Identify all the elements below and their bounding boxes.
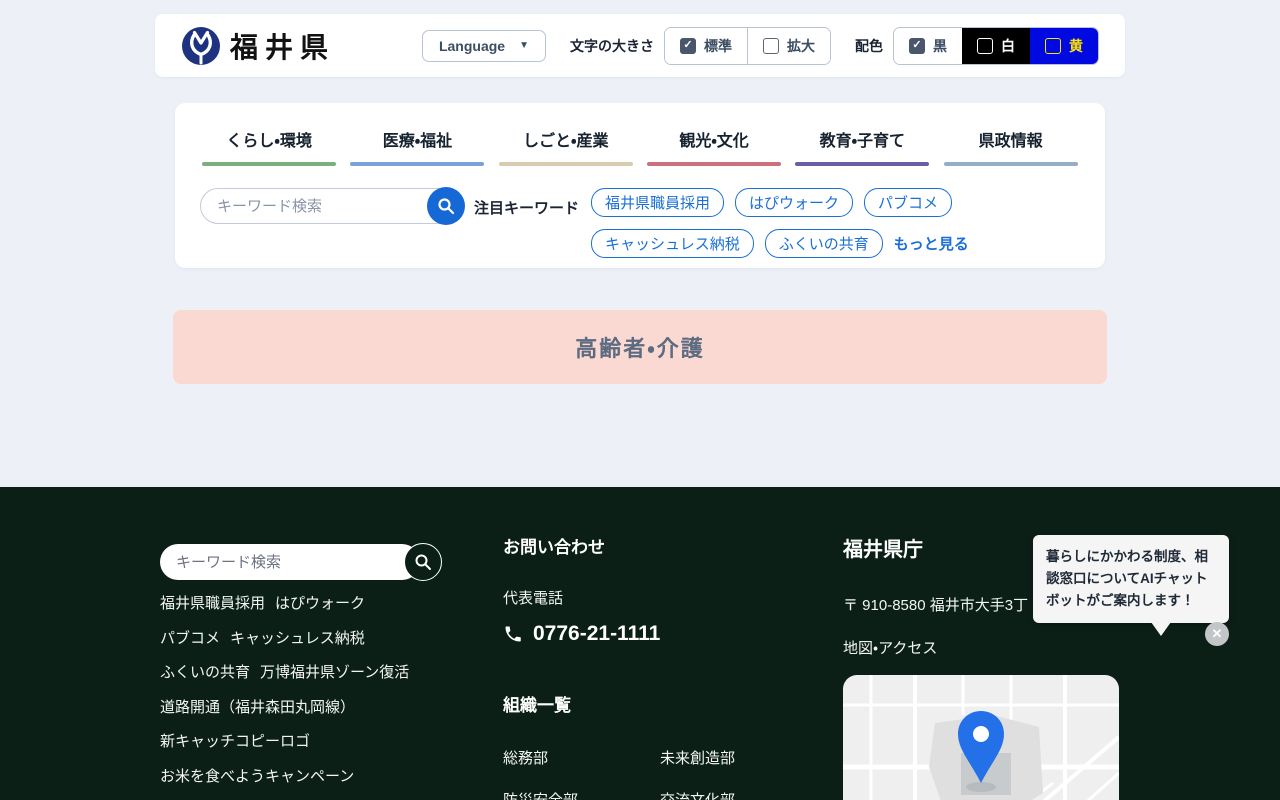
keyword-pill[interactable]: はぴウォーク xyxy=(735,188,853,217)
tooltip-close-button[interactable]: ✕ xyxy=(1205,622,1229,646)
keyword-pill[interactable]: 福井県職員採用 xyxy=(591,188,724,217)
category-banner[interactable]: 高齢者・介護 xyxy=(173,310,1107,384)
quick-link-row: 新キャッチコピーロゴ xyxy=(160,730,480,751)
color-scheme-toggle: ✓ 黒 白 黄 xyxy=(893,27,1099,65)
keyword-pill[interactable]: ふくいの共育 xyxy=(765,229,883,258)
text-size-label: 文字の大きさ xyxy=(570,36,654,56)
category-tabs: くらし・環境 医療・福祉 しごと・産業 観光・文化 教育・子育て 県政情報 xyxy=(175,103,1105,166)
map-access-link[interactable]: 地図・アクセス xyxy=(843,637,1133,658)
site-header: 福井県 Language ▼ 文字の大きさ ✓ 標準 拡大 配色 ✓ 黒 xyxy=(155,14,1125,77)
footer-link[interactable]: はぴウォーク xyxy=(275,595,365,612)
scheme-white-button[interactable]: 白 xyxy=(962,28,1030,64)
footer-keyword-search xyxy=(160,544,420,580)
footer-link[interactable]: お米を食べようキャンペーン xyxy=(160,768,354,785)
org-links: 総務部 防災安全部 エネルギー環境 未来創造部 交流文化部 健康福祉部 xyxy=(503,747,833,800)
office-map[interactable] xyxy=(843,675,1119,800)
checkbox-checked-icon: ✓ xyxy=(680,38,696,54)
footer-link[interactable]: 福井県職員採用 xyxy=(160,595,265,612)
org-link[interactable]: 防災安全部 xyxy=(503,789,660,800)
quick-link-row: ふくいの共育万博福井県ゾーン復活 xyxy=(160,661,480,682)
main-navigation-card: くらし・環境 医療・福祉 しごと・産業 観光・文化 教育・子育て 県政情報 xyxy=(175,103,1105,268)
fukui-emblem-icon xyxy=(181,26,221,66)
quick-link-row: パブコメキャッシュレス納税 xyxy=(160,627,480,648)
phone-link[interactable]: 0776-21-1111 xyxy=(503,622,833,646)
checkbox-unchecked-icon xyxy=(1045,38,1061,54)
tab-underline xyxy=(202,162,336,166)
close-icon: ✕ xyxy=(1212,626,1223,642)
chevron-down-icon: ▼ xyxy=(519,40,529,51)
site-logo[interactable]: 福井県 xyxy=(181,26,335,66)
footer-link[interactable]: キャッシュレス納税 xyxy=(230,630,365,647)
tab-kanko-bunka[interactable]: 観光・文化 xyxy=(640,103,788,166)
color-scheme-label: 配色 xyxy=(855,36,883,56)
scheme-yellow-button[interactable]: 黄 xyxy=(1030,28,1098,64)
tab-kensei-joho[interactable]: 県政情報 xyxy=(936,103,1084,166)
phone-number: 0776-21-1111 xyxy=(533,622,660,646)
search-row: 注目キーワード 福井県職員採用 はぴウォーク パブコメ キャッシュレス納税 ふく… xyxy=(175,166,1105,258)
text-size-large-button[interactable]: 拡大 xyxy=(747,28,830,64)
text-size-toggle: ✓ 標準 拡大 xyxy=(664,27,831,65)
org-link[interactable]: 総務部 xyxy=(503,747,660,768)
search-button[interactable] xyxy=(427,187,465,225)
keyword-pill[interactable]: パブコメ xyxy=(864,188,952,217)
keyword-search xyxy=(200,188,464,224)
featured-keywords-label: 注目キーワード xyxy=(474,197,579,218)
more-keywords-link[interactable]: もっと見る xyxy=(894,233,969,254)
scheme-black-button[interactable]: ✓ 黒 xyxy=(894,28,962,64)
tab-kurashi-kankyo[interactable]: くらし・環境 xyxy=(195,103,343,166)
footer-links-column: 福井県職員採用はぴウォーク パブコメキャッシュレス納税 ふくいの共育万博福井県ゾ… xyxy=(160,544,480,800)
footer-search-button[interactable] xyxy=(404,543,442,581)
banner-title: 高齢者・介護 xyxy=(575,331,704,363)
footer-search-input[interactable] xyxy=(160,544,420,580)
keyword-pills: 福井県職員採用 はぴウォーク パブコメ キャッシュレス納税 ふくいの共育 もっと… xyxy=(591,188,991,258)
language-select[interactable]: Language ▼ xyxy=(422,30,546,62)
header-controls: Language ▼ 文字の大きさ ✓ 標準 拡大 配色 ✓ 黒 白 xyxy=(422,27,1099,65)
tab-underline xyxy=(795,162,929,166)
quick-link-row: 福井県職員採用はぴウォーク xyxy=(160,592,480,613)
checkbox-unchecked-icon xyxy=(977,38,993,54)
tab-underline xyxy=(944,162,1078,166)
checkbox-unchecked-icon xyxy=(763,38,779,54)
tab-kyoiku-kosodate[interactable]: 教育・子育て xyxy=(788,103,936,166)
site-footer: 福井県職員採用はぴウォーク パブコメキャッシュレス納税 ふくいの共育万博福井県ゾ… xyxy=(0,487,1280,800)
phone-label: 代表電話 xyxy=(503,587,833,608)
search-icon xyxy=(437,197,455,215)
tab-iryo-fukushi[interactable]: 医療・福祉 xyxy=(343,103,491,166)
tab-underline xyxy=(350,162,484,166)
chatbot-tooltip: 暮らしにかかわる制度、相談窓口についてAIチャットボットがご案内します！ xyxy=(1033,535,1229,623)
site-title: 福井県 xyxy=(230,26,335,66)
footer-link[interactable]: ふくいの共育 xyxy=(160,664,250,681)
org-link[interactable]: 未来創造部 xyxy=(660,747,817,768)
search-input[interactable] xyxy=(200,188,464,224)
phone-icon xyxy=(503,624,523,644)
quick-link-row: お米を食べようキャンペーン xyxy=(160,765,480,786)
tab-underline xyxy=(647,162,781,166)
chatbot-tooltip-text: 暮らしにかかわる制度、相談窓口についてAIチャットボットがご案内します！ xyxy=(1046,546,1216,612)
text-size-standard-button[interactable]: ✓ 標準 xyxy=(665,28,747,64)
footer-quick-links: 福井県職員採用はぴウォーク パブコメキャッシュレス納税 ふくいの共育万博福井県ゾ… xyxy=(160,592,480,800)
tab-underline xyxy=(499,162,633,166)
footer-link[interactable]: パブコメ xyxy=(160,630,220,647)
footer-link[interactable]: 万博福井県ゾーン復活 xyxy=(260,664,409,681)
footer-contact-column: お問い合わせ 代表電話 0776-21-1111 組織一覧 総務部 防災安全部 … xyxy=(503,533,833,800)
org-link[interactable]: 交流文化部 xyxy=(660,789,817,800)
contact-heading: お問い合わせ xyxy=(503,533,833,558)
footer-link[interactable]: 新キャッチコピーロゴ xyxy=(160,733,310,750)
tab-shigoto-sangyo[interactable]: しごと・産業 xyxy=(492,103,640,166)
search-icon xyxy=(414,553,432,571)
checkbox-checked-icon: ✓ xyxy=(909,38,925,54)
tooltip-tail xyxy=(1151,622,1171,636)
keyword-pill[interactable]: キャッシュレス納税 xyxy=(591,229,754,258)
orgs-heading: 組織一覧 xyxy=(503,691,833,716)
footer-link[interactable]: 道路開通（福井森田丸岡線） xyxy=(160,699,355,716)
quick-link-row: 道路開通（福井森田丸岡線） xyxy=(160,696,480,717)
